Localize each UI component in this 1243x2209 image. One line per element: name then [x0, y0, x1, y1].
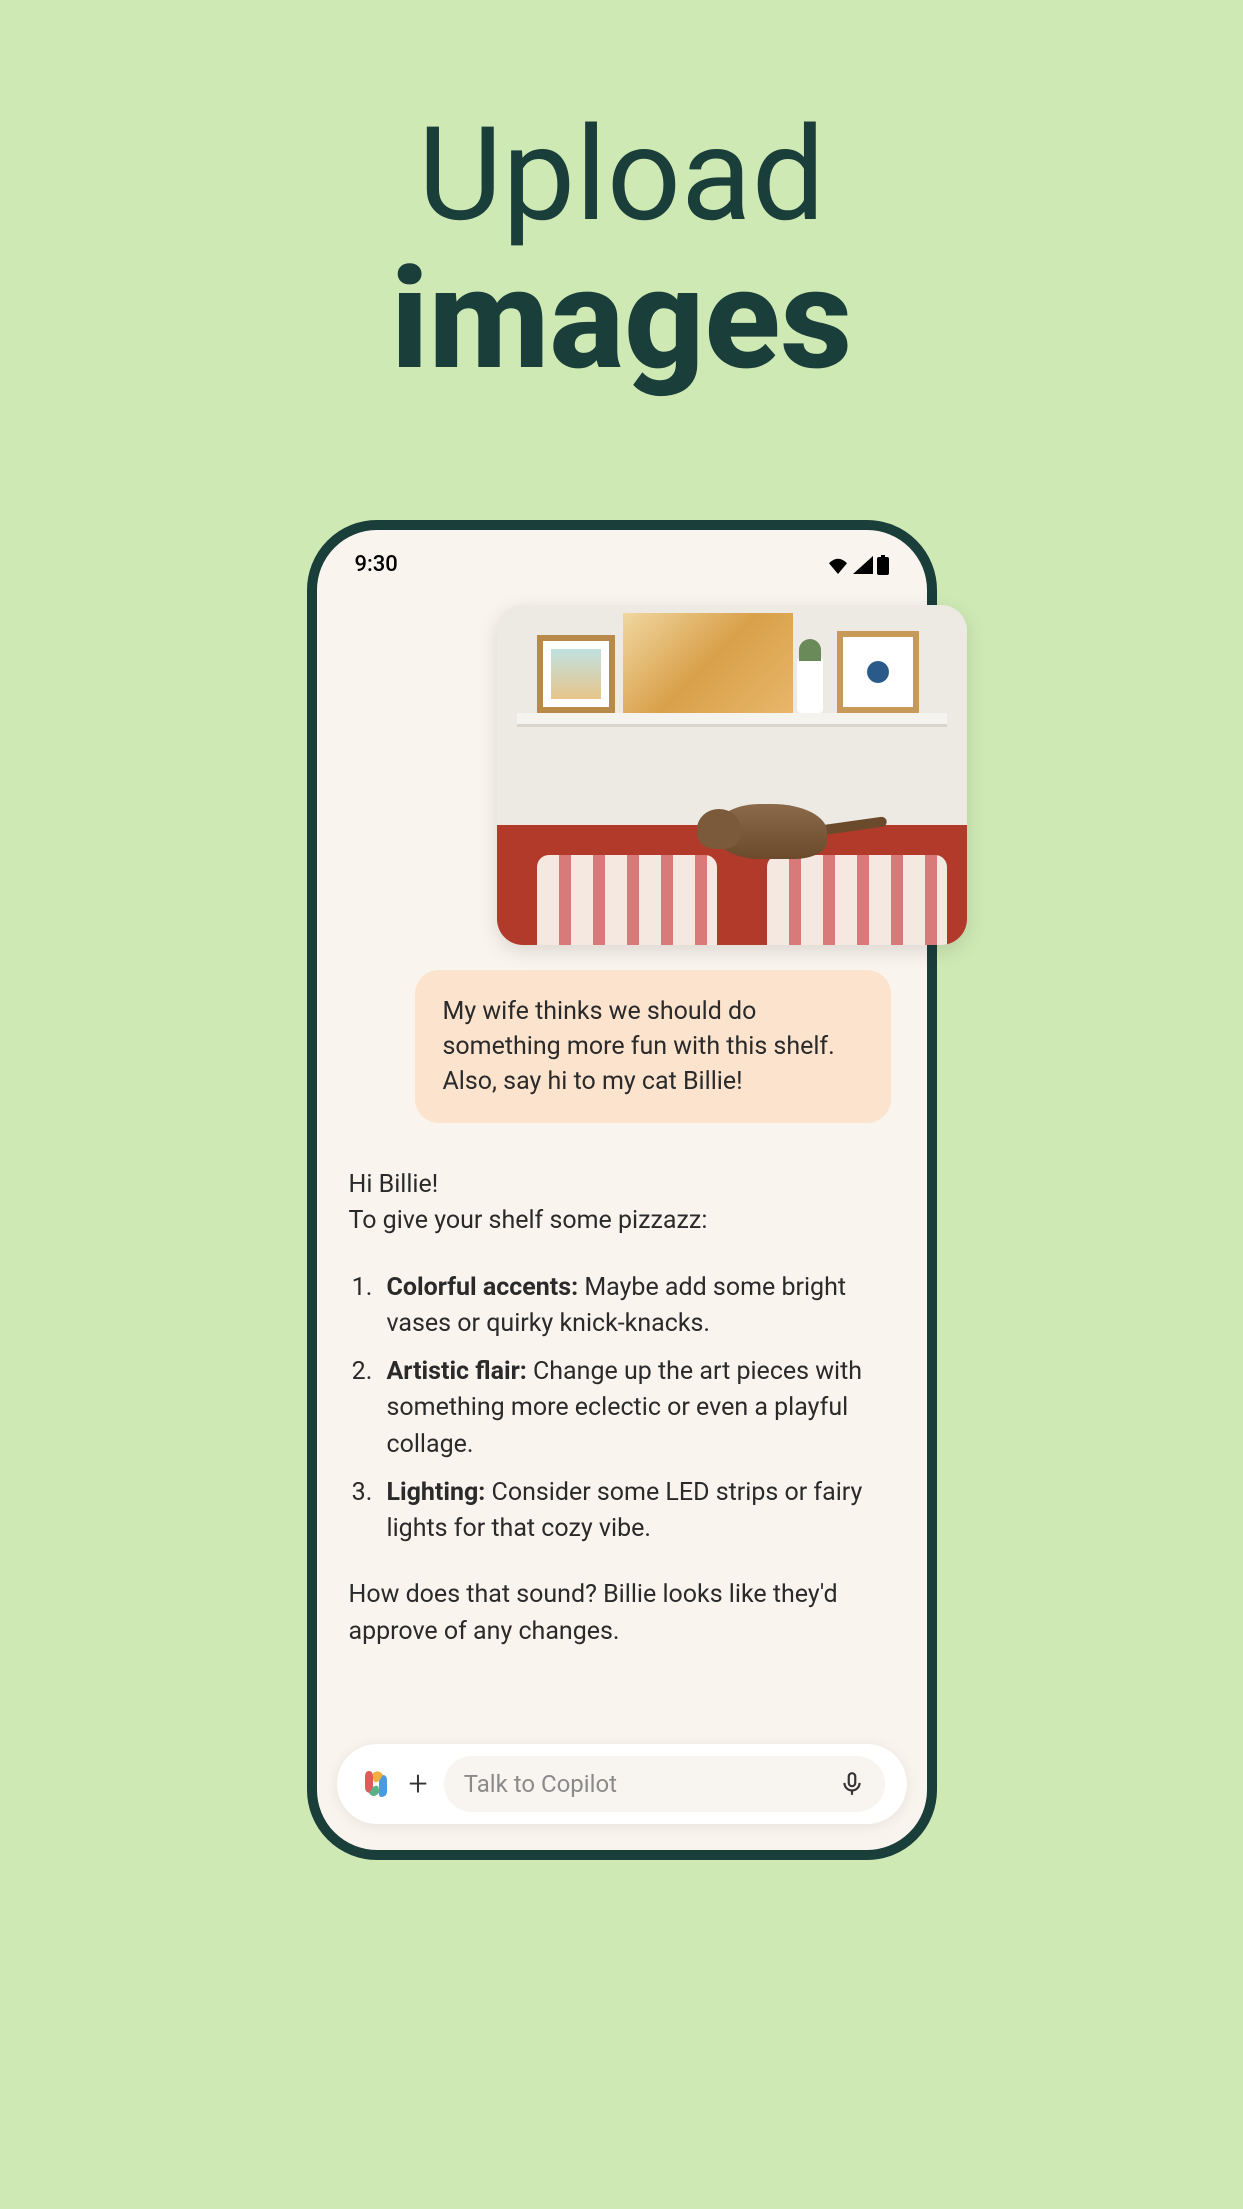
phone-frame: 9:30 My wife thinks we should do somethi… — [307, 520, 937, 1860]
status-icons — [827, 555, 889, 575]
add-attachment-button[interactable]: + — [409, 1767, 428, 1801]
cat-billie — [697, 769, 857, 859]
ai-suggestion-list: Colorful accents: Maybe add some bright … — [349, 1270, 895, 1548]
promo-headline: Upload images — [391, 110, 852, 390]
list-item: Lighting: Consider some LED strips or fa… — [379, 1475, 895, 1548]
microphone-icon[interactable] — [839, 1771, 865, 1797]
headline-line-1: Upload — [391, 110, 852, 240]
ai-intro: To give your shelf some pizzazz: — [349, 1203, 895, 1239]
list-item: Artistic flair: Change up the art pieces… — [379, 1354, 895, 1463]
ai-followup: How does that sound? Billie looks like t… — [349, 1577, 895, 1650]
battery-icon — [877, 555, 889, 575]
uploaded-image[interactable] — [497, 605, 967, 945]
status-bar: 9:30 — [317, 530, 927, 577]
list-item: Colorful accents: Maybe add some bright … — [379, 1270, 895, 1343]
ai-response: Hi Billie! To give your shelf some pizza… — [345, 1167, 899, 1650]
copilot-logo-icon[interactable] — [359, 1767, 393, 1801]
ai-greeting: Hi Billie! — [349, 1167, 895, 1203]
wifi-icon — [827, 556, 849, 574]
chat-input[interactable]: Talk to Copilot — [444, 1756, 885, 1812]
status-time: 9:30 — [355, 552, 398, 577]
signal-icon — [853, 556, 873, 574]
chat-area: My wife thinks we should do something mo… — [345, 970, 899, 1730]
input-placeholder: Talk to Copilot — [464, 1770, 617, 1798]
input-bar: + Talk to Copilot — [337, 1744, 907, 1824]
user-message-bubble[interactable]: My wife thinks we should do something mo… — [415, 970, 891, 1123]
headline-line-2: images — [391, 250, 852, 390]
